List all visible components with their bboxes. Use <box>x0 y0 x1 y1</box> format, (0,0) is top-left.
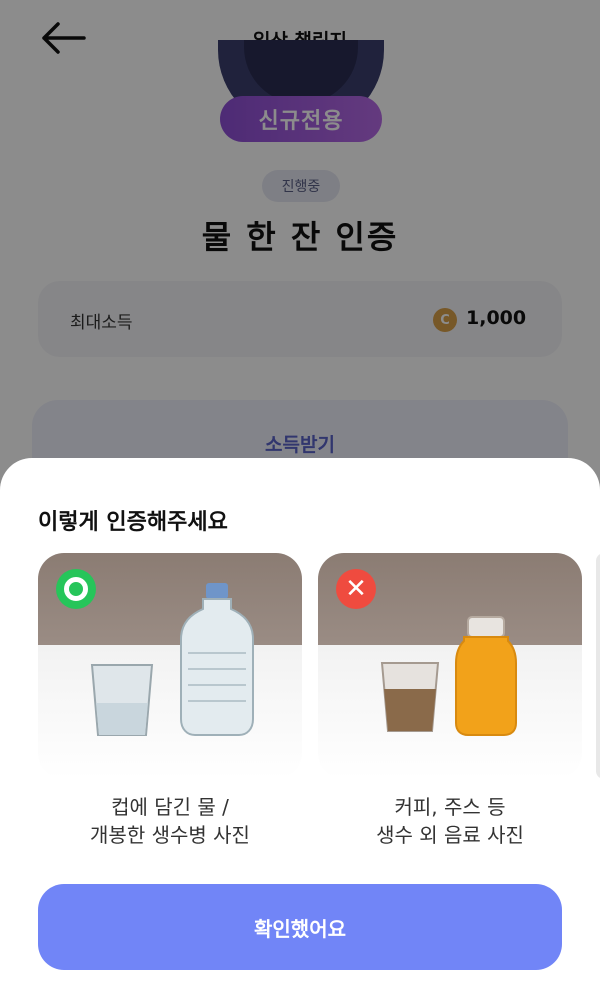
example-caption: 컵에 담긴 물 / 개봉한 생수병 사진 <box>38 793 302 849</box>
caption-line: 생수 외 음료 사진 <box>376 823 524 847</box>
next-example-peek <box>596 553 600 779</box>
example-photo-drinks: ✕ <box>318 553 582 779</box>
example-correct: 컵에 담긴 물 / 개봉한 생수병 사진 <box>38 553 302 849</box>
guide-bottom-sheet: 이렇게 인증해주세요 컵에 담긴 물 / 개봉한 생수병 사진 ✕ 커피, 주스… <box>0 458 600 1000</box>
check-circle-icon <box>56 569 96 609</box>
sheet-title: 이렇게 인증해주세요 <box>38 510 228 535</box>
example-incorrect: ✕ 커피, 주스 등 생수 외 음료 사진 <box>318 553 582 849</box>
caption-line: 컵에 담긴 물 / <box>111 795 229 819</box>
caption-line: 커피, 주스 등 <box>394 795 506 819</box>
x-icon: ✕ <box>336 569 376 609</box>
example-photo-water <box>38 553 302 779</box>
example-caption: 커피, 주스 등 생수 외 음료 사진 <box>318 793 582 849</box>
confirm-button[interactable]: 확인했어요 <box>38 884 562 970</box>
caption-line: 개봉한 생수병 사진 <box>90 823 250 847</box>
